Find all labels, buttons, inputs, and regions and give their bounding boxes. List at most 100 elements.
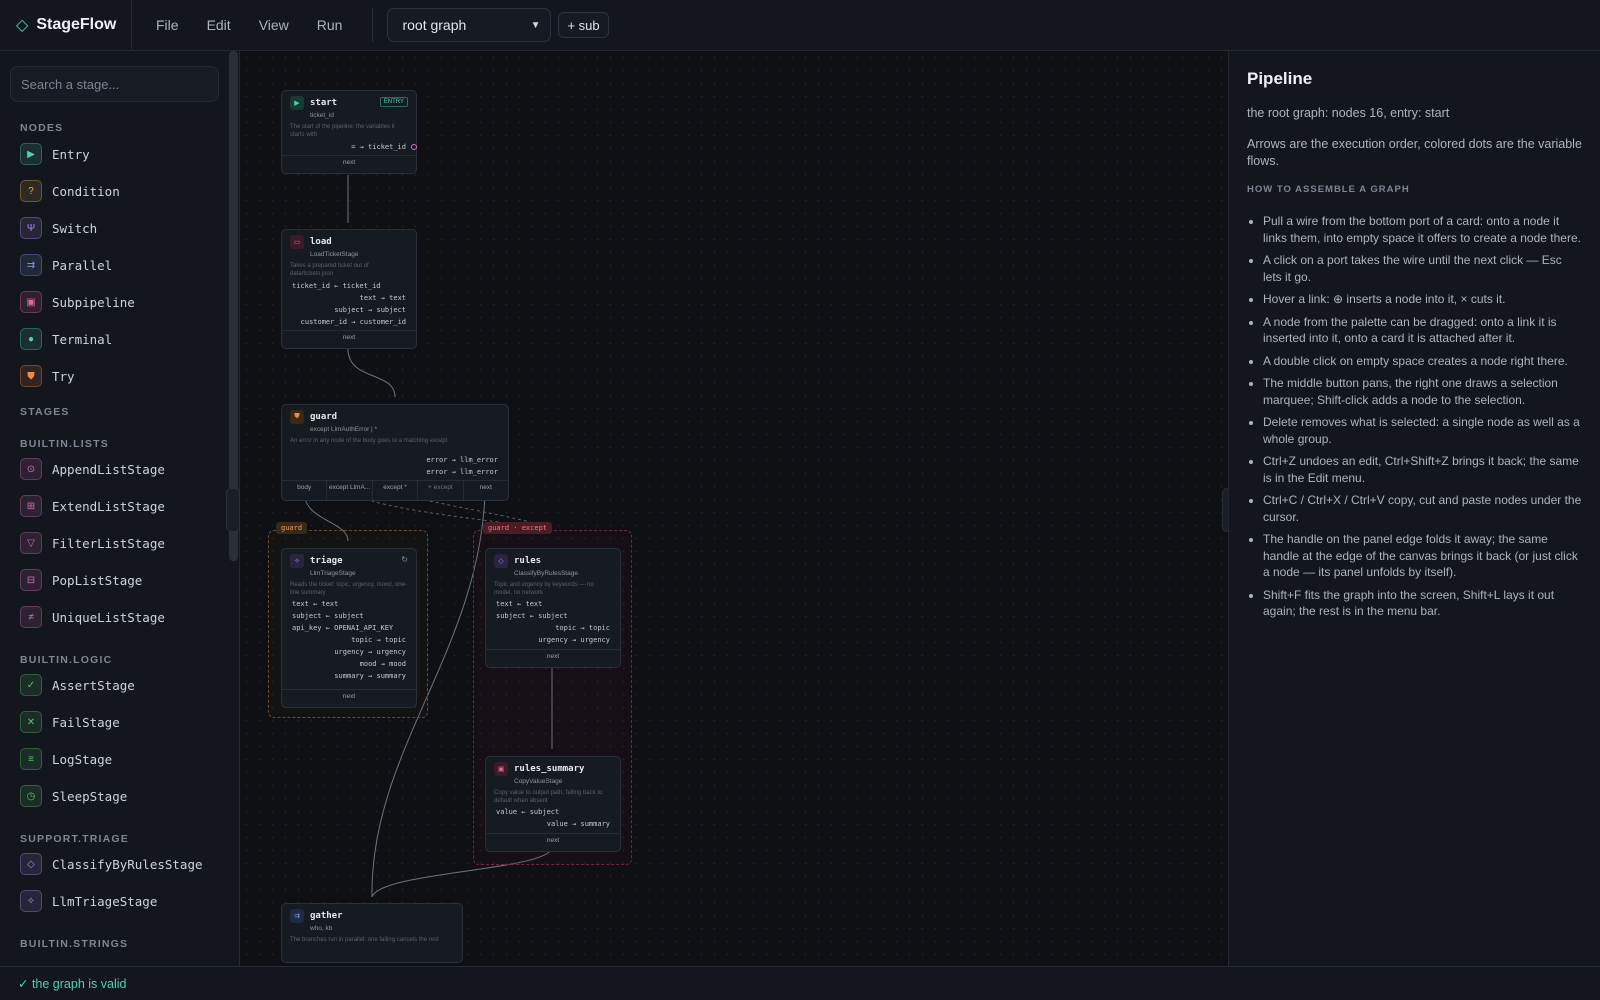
grid-icon: ⊞ bbox=[20, 495, 42, 517]
palette-item-popliststage[interactable]: ⊟ PopListStage bbox=[20, 568, 142, 592]
tag-icon: ◇ bbox=[20, 853, 42, 875]
panel-title: Pipeline bbox=[1247, 69, 1313, 88]
subpipeline-icon: ▣ bbox=[20, 291, 42, 313]
guard-tab-add-except[interactable]: + except bbox=[418, 481, 464, 500]
output-port: mood → mood bbox=[359, 660, 406, 668]
palette-section-title: SUPPORT.TRIAGE bbox=[20, 833, 129, 845]
palette-item-entry[interactable]: ▶ Entry bbox=[20, 142, 90, 166]
palette-item-classifybyrulesstage[interactable]: ◇ ClassifyByRulesStage bbox=[20, 852, 203, 876]
guard-tab-except-llm[interactable]: except LlmA... bbox=[327, 481, 373, 500]
node-gather[interactable]: ⇉ gather who, kb The branches run in para… bbox=[281, 903, 463, 963]
palette-item-try[interactable]: ⛊ Try bbox=[20, 364, 75, 388]
palette-item-assertstage[interactable]: ✓ AssertStage bbox=[20, 673, 135, 697]
graph-select-value: root graph bbox=[402, 17, 467, 33]
node-next[interactable]: next bbox=[486, 649, 620, 667]
status-text: ✓ the graph is valid bbox=[18, 977, 127, 991]
node-load[interactable]: ▭ load LoadTicketStage Takes a prepared t… bbox=[281, 229, 417, 349]
palette-item-uniqueliststage[interactable]: ≠ UniqueListStage bbox=[20, 605, 165, 629]
howto-heading: HOW TO ASSEMBLE A GRAPH bbox=[1247, 184, 1410, 195]
palette-item-condition[interactable]: ? Condition bbox=[20, 179, 120, 203]
palette-item-extendliststage[interactable]: ⊞ ExtendListStage bbox=[20, 494, 165, 518]
terminal-icon: ● bbox=[20, 328, 42, 350]
output-port: value → summary bbox=[546, 820, 610, 828]
guard-tab-next[interactable]: next bbox=[464, 481, 508, 500]
node-description: Topic and urgency by keywords — no model… bbox=[494, 582, 594, 596]
palette-item-label: FailStage bbox=[52, 714, 120, 730]
node-next[interactable]: next bbox=[282, 330, 416, 348]
node-next[interactable]: next bbox=[282, 689, 416, 707]
append-icon: ⊙ bbox=[20, 458, 42, 480]
input-port: ticket_id ← ticket_id bbox=[292, 282, 381, 290]
palette-item-terminal[interactable]: ● Terminal bbox=[20, 327, 112, 351]
node-next[interactable]: next bbox=[282, 155, 416, 173]
input-port: subject ← subject bbox=[496, 612, 568, 620]
node-title: triage bbox=[310, 556, 343, 566]
retry-icon: ↻ bbox=[401, 555, 408, 564]
palette-item-label: Try bbox=[52, 368, 75, 384]
menu-edit[interactable]: Edit bbox=[193, 17, 245, 33]
node-guard[interactable]: ⛊ guard except LlmAuthError | * An error … bbox=[281, 404, 509, 501]
node-rules[interactable]: ◇ rules ClassifyByRulesStage Topic and ur… bbox=[485, 548, 621, 668]
port-dot[interactable] bbox=[411, 144, 417, 150]
output-port: topic → topic bbox=[351, 636, 406, 644]
group-guard-except-tag: guard · except bbox=[483, 522, 553, 534]
palette-item-label: FilterListStage bbox=[52, 535, 165, 551]
graph-select[interactable]: root graph ▼ bbox=[387, 8, 552, 42]
output-port: urgency → urgency bbox=[538, 636, 610, 644]
palette-item-failstage[interactable]: ✕ FailStage bbox=[20, 710, 120, 734]
palette-item-label: LogStage bbox=[52, 751, 113, 767]
palette-item-label: AppendListStage bbox=[52, 461, 165, 477]
output-port: = → ticket_id bbox=[351, 143, 406, 151]
node-triage[interactable]: ✧ triage ↻ LlmTriageStage Reads the ticke… bbox=[281, 548, 417, 708]
palette-item-label: AssertStage bbox=[52, 677, 135, 693]
parallel-icon: ⇉ bbox=[290, 909, 304, 923]
sidebar-fold-handle[interactable] bbox=[226, 488, 240, 532]
palette-section-title: NODES bbox=[20, 122, 64, 134]
palette-item-label: SleepStage bbox=[52, 788, 128, 804]
palette-item-label: ClassifyByRulesStage bbox=[52, 856, 203, 872]
tip-item: Delete removes what is selected: a singl… bbox=[1263, 414, 1582, 447]
palette-item-subpipeline[interactable]: ▣ Subpipeline bbox=[20, 290, 135, 314]
graph-links bbox=[303, 175, 553, 898]
node-start[interactable]: ▶ start ENTRY ticket_id The start of the … bbox=[281, 90, 417, 174]
palette-section-title: BUILTIN.LOGIC bbox=[20, 654, 113, 666]
palette-item-logstage[interactable]: ≡ LogStage bbox=[20, 747, 112, 771]
palette-item-parallel[interactable]: ⇉ Parallel bbox=[20, 253, 112, 277]
node-subtitle: LlmTriageStage bbox=[310, 570, 356, 577]
palette-item-llmtriagestage[interactable]: ✧ LlmTriageStage bbox=[20, 889, 157, 913]
link-load-guard[interactable] bbox=[347, 348, 396, 398]
node-rules-summary[interactable]: ▣ rules_summary CopyValueStage Copy value… bbox=[485, 756, 621, 852]
output-port: error → llm_error bbox=[426, 468, 498, 476]
x-icon: ✕ bbox=[20, 711, 42, 733]
output-port: customer_id → customer_id bbox=[300, 318, 406, 326]
palette-item-label: Terminal bbox=[52, 331, 113, 347]
menu-run[interactable]: Run bbox=[303, 17, 357, 33]
top-bar: ◇ StageFlow File Edit View Run root grap… bbox=[0, 0, 1600, 51]
menu-file[interactable]: File bbox=[142, 17, 193, 33]
add-subgraph-button[interactable]: + sub bbox=[558, 12, 609, 38]
node-next[interactable]: next bbox=[486, 833, 620, 851]
tip-item: Shift+F fits the graph into the screen, … bbox=[1263, 587, 1582, 620]
sidebar-scrollbar[interactable] bbox=[229, 51, 238, 561]
guard-tab-except-all[interactable]: except * bbox=[373, 481, 419, 500]
search-input[interactable]: Search a stage... bbox=[10, 66, 219, 102]
load-icon: ▭ bbox=[290, 235, 304, 249]
palette-item-label: ExtendListStage bbox=[52, 498, 165, 514]
node-subtitle: except LlmAuthError | * bbox=[310, 426, 378, 433]
guard-tab-body[interactable]: body bbox=[282, 481, 328, 500]
palette-item-switch[interactable]: Ψ Switch bbox=[20, 216, 97, 240]
input-port: value ← subject bbox=[496, 808, 560, 816]
node-title: rules_summary bbox=[514, 764, 585, 774]
graph-canvas[interactable]: guard guard · except ▶ start ENTRY ticket… bbox=[240, 51, 1228, 966]
tag-icon: ◇ bbox=[494, 554, 508, 568]
chevron-down-icon: ▼ bbox=[530, 19, 541, 31]
shield-icon: ⛊ bbox=[290, 410, 304, 424]
menu-view[interactable]: View bbox=[245, 17, 303, 33]
palette-item-appendliststage[interactable]: ⊙ AppendListStage bbox=[20, 457, 165, 481]
palette-item-filterliststage[interactable]: ▽ FilterListStage bbox=[20, 531, 165, 555]
tip-item: Hover a link: ⊕ inserts a node into it, … bbox=[1263, 291, 1582, 308]
node-title: rules bbox=[514, 556, 542, 566]
node-description: An error in any node of the body goes to… bbox=[290, 438, 448, 444]
play-icon: ▶ bbox=[290, 96, 304, 110]
palette-item-sleepstage[interactable]: ◷ SleepStage bbox=[20, 784, 127, 808]
